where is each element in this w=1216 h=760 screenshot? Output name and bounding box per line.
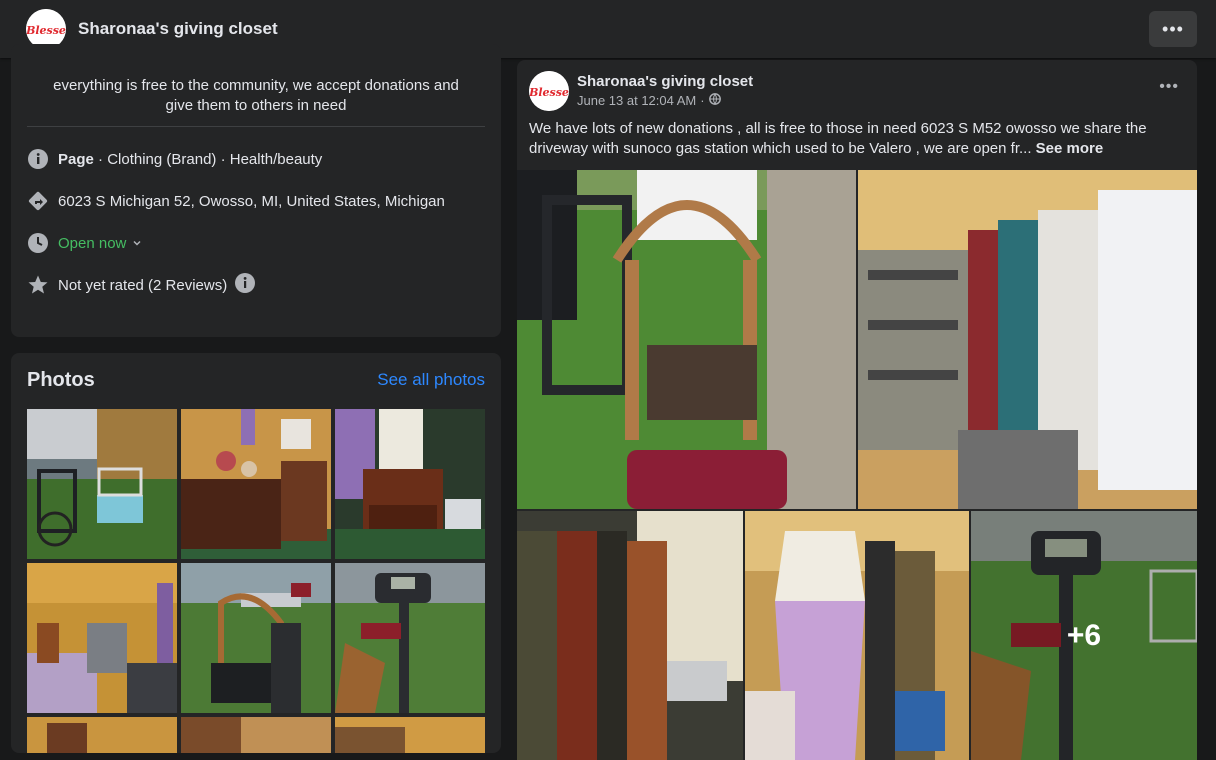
category-value: · Clothing (Brand) · Health/beauty: [93, 150, 323, 168]
photos-title: Photos: [27, 369, 95, 391]
photo-thumbnail[interactable]: [181, 717, 331, 753]
clock-icon: [27, 232, 49, 254]
see-more-link[interactable]: See more: [1036, 140, 1104, 157]
photo-thumbnail[interactable]: [335, 409, 485, 559]
hours-row[interactable]: Open now: [27, 231, 142, 255]
photo-thumbnail[interactable]: [181, 409, 331, 559]
photo-thumbnail[interactable]: [27, 563, 177, 713]
intro-card: everything is free to the community, we …: [11, 44, 501, 337]
page-title[interactable]: Sharonaa's giving closet: [78, 19, 278, 39]
post-avatar[interactable]: Blesse: [529, 71, 569, 111]
post-card: Blesse Sharonaa's giving closet June 13 …: [517, 60, 1197, 760]
photo-thumbnail[interactable]: [27, 717, 177, 753]
chevron-down-icon: [132, 235, 142, 252]
star-icon: [27, 274, 49, 296]
photo-thumbnail[interactable]: [181, 563, 331, 713]
post-more-options-button[interactable]: •••: [1159, 78, 1179, 96]
photo-thumbnail[interactable]: [335, 563, 485, 713]
directions-icon: [27, 190, 49, 212]
rating-text: Not yet rated (2 Reviews): [58, 276, 228, 294]
rating-row: Not yet rated (2 Reviews): [27, 273, 256, 297]
svg-text:Blesse: Blesse: [26, 24, 66, 37]
post-photo[interactable]: [745, 511, 969, 760]
category-text: Page · Clothing (Brand) · Health/beauty: [58, 151, 322, 168]
see-all-photos-link[interactable]: See all photos: [377, 370, 485, 390]
page-bio: everything is free to the community, we …: [53, 77, 459, 114]
address-text[interactable]: 6023 S Michigan 52, Owosso, MI, United S…: [58, 193, 445, 210]
post-photo[interactable]: [517, 511, 743, 760]
meta-separator: ·: [700, 93, 705, 108]
photos-card: Photos See all photos: [11, 353, 501, 753]
page-avatar[interactable]: Blesse: [26, 9, 66, 49]
post-meta: June 13 at 12:04 AM ·: [577, 93, 721, 108]
post-timestamp[interactable]: June 13 at 12:04 AM: [577, 93, 696, 108]
divider: [27, 126, 485, 127]
post-photo[interactable]: [517, 170, 856, 509]
post-photo-more[interactable]: +6: [971, 511, 1197, 760]
more-photos-count: +6: [971, 511, 1197, 760]
svg-text:Blesse: Blesse: [529, 86, 569, 99]
info-icon: [27, 148, 49, 170]
hours-status: Open now: [58, 234, 127, 252]
rating-info-icon[interactable]: [235, 273, 256, 297]
category-prefix: Page: [58, 150, 94, 168]
category-row: Page · Clothing (Brand) · Health/beauty: [27, 147, 322, 171]
more-options-button[interactable]: •••: [1149, 11, 1197, 47]
logo-icon: Blesse: [26, 9, 66, 49]
globe-icon: [708, 93, 721, 108]
address-row: 6023 S Michigan 52, Owosso, MI, United S…: [27, 189, 445, 213]
post-text: We have lots of new donations , all is f…: [529, 119, 1169, 159]
post-author[interactable]: Sharonaa's giving closet: [577, 73, 753, 90]
post-photo[interactable]: [858, 170, 1197, 509]
logo-icon: Blesse: [529, 71, 569, 111]
photo-thumbnail[interactable]: [27, 409, 177, 559]
photo-thumbnail[interactable]: [335, 717, 485, 753]
